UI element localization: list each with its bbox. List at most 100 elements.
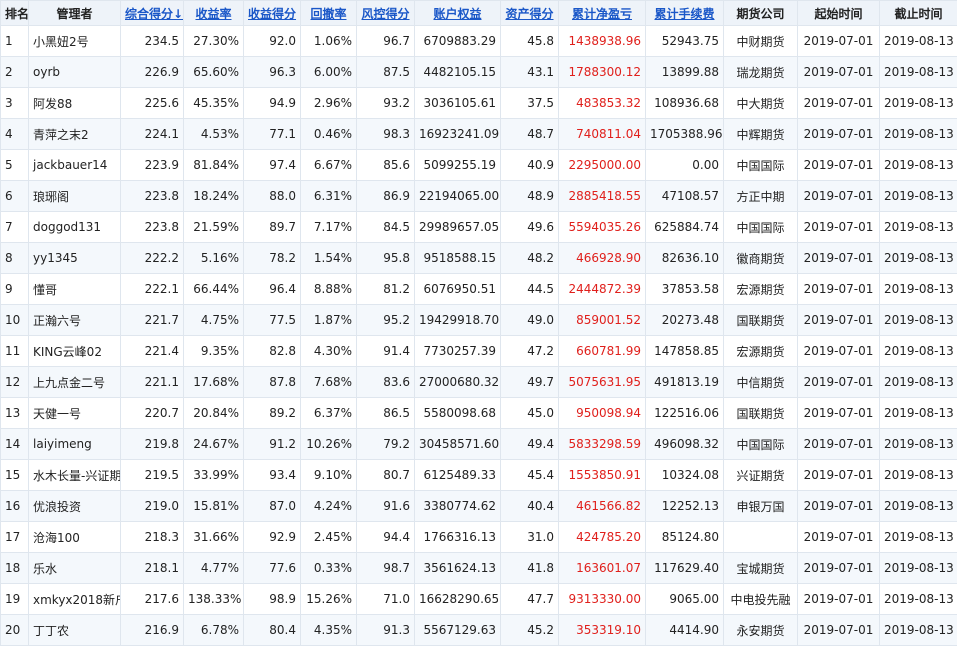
drawdown-cell: 6.37%	[300, 397, 357, 429]
return-score-cell: 92.0	[243, 25, 301, 57]
drawdown-cell: 4.24%	[300, 490, 357, 522]
table-row: 13 天健一号 220.7 20.84% 89.2 6.37% 86.5 5580098.68…	[0, 397, 957, 429]
table-row: 17 沧海100 218.3 31.66% 92.9 2.45% 94.4 1766316.1…	[0, 521, 957, 553]
asset-score-cell: 49.0	[500, 304, 559, 336]
end-date-cell: 2019-08-13	[879, 242, 957, 274]
manager-cell: laiyimeng	[28, 428, 121, 460]
rank-cell: 13	[0, 397, 29, 429]
end-date-cell: 2019-08-13	[879, 180, 957, 212]
col-net-profit[interactable]: 累计净盈亏	[558, 0, 646, 26]
table-row: 18 乐水 218.1 4.77% 77.6 0.33% 98.7 3561624.13 41.…	[0, 552, 957, 584]
sort-return-score-link[interactable]: 收益得分	[248, 7, 296, 21]
return-rate-cell: 5.16%	[183, 242, 244, 274]
end-date-cell: 2019-08-13	[879, 118, 957, 150]
equity-cell: 3380774.62	[414, 490, 501, 522]
asset-score-cell: 37.5	[500, 87, 559, 119]
table-row: 11 KING云峰02 221.4 9.35% 82.8 4.30% 91.4 7730257…	[0, 335, 957, 367]
start-date-cell: 2019-07-01	[797, 552, 880, 584]
table-row: 5 jackbauer14 223.9 81.84% 97.4 6.67% 85.6 5099…	[0, 149, 957, 181]
return-score-cell: 82.8	[243, 335, 301, 367]
start-date-cell: 2019-07-01	[797, 118, 880, 150]
start-date-cell: 2019-07-01	[797, 490, 880, 522]
manager-cell: 天健一号	[28, 397, 121, 429]
return-rate-cell: 20.84%	[183, 397, 244, 429]
rank-cell: 10	[0, 304, 29, 336]
equity-cell: 4482105.15	[414, 56, 501, 88]
start-date-cell: 2019-07-01	[797, 583, 880, 615]
drawdown-cell: 6.00%	[300, 56, 357, 88]
end-date-cell: 2019-08-13	[879, 583, 957, 615]
risk-score-cell: 93.2	[356, 87, 415, 119]
broker-cell: 申银万国	[723, 490, 798, 522]
asset-score-cell: 31.0	[500, 521, 559, 553]
sort-asset-score-link[interactable]: 资产得分	[505, 7, 553, 21]
sort-equity-link[interactable]: 账户权益	[433, 7, 481, 21]
risk-score-cell: 79.2	[356, 428, 415, 460]
net-profit-cell: 740811.04	[558, 118, 646, 150]
drawdown-cell: 4.35%	[300, 614, 357, 646]
sort-drawdown-link[interactable]: 回撤率	[310, 7, 346, 21]
sort-net-profit-link[interactable]: 累计净盈亏	[572, 7, 632, 21]
score-cell: 221.4	[120, 335, 184, 367]
drawdown-cell: 1.06%	[300, 25, 357, 57]
manager-cell: 阿发88	[28, 87, 121, 119]
table-row: 9 懂哥 222.1 66.44% 96.4 8.88% 81.2 6076950.51 44.…	[0, 273, 957, 305]
sort-return-rate-link[interactable]: 收益率	[195, 7, 231, 21]
start-date-cell: 2019-07-01	[797, 87, 880, 119]
rank-cell: 12	[0, 366, 29, 398]
manager-cell: 沧海100	[28, 521, 121, 553]
equity-cell: 29989657.05	[414, 211, 501, 243]
col-drawdown[interactable]: 回撤率	[300, 0, 357, 26]
asset-score-cell: 47.7	[500, 583, 559, 615]
fees-cell: 9065.00	[645, 583, 724, 615]
ranking-table: 排名 管理者 综合得分↓ 收益率 收益得分 回撤率 风控得分 账户权益 资产得分…	[0, 0, 957, 646]
broker-cell	[723, 521, 798, 553]
broker-cell: 宏源期货	[723, 335, 798, 367]
col-score[interactable]: 综合得分↓	[120, 0, 184, 26]
sort-score-link[interactable]: 综合得分↓	[125, 7, 183, 21]
net-profit-cell: 1553850.91	[558, 459, 646, 491]
asset-score-cell: 43.1	[500, 56, 559, 88]
risk-score-cell: 96.7	[356, 25, 415, 57]
drawdown-cell: 9.10%	[300, 459, 357, 491]
asset-score-cell: 44.5	[500, 273, 559, 305]
table-row: 4 青萍之末2 224.1 4.53% 77.1 0.46% 98.3 16923241.09…	[0, 118, 957, 150]
manager-cell: 水木长量-兴证期	[28, 459, 121, 491]
fees-cell: 20273.48	[645, 304, 724, 336]
fees-cell: 108936.68	[645, 87, 724, 119]
col-return-score[interactable]: 收益得分	[243, 0, 301, 26]
asset-score-cell: 45.0	[500, 397, 559, 429]
end-date-cell: 2019-08-13	[879, 273, 957, 305]
rank-cell: 16	[0, 490, 29, 522]
risk-score-cell: 95.2	[356, 304, 415, 336]
rank-cell: 5	[0, 149, 29, 181]
manager-cell: KING云峰02	[28, 335, 121, 367]
manager-cell: 乐水	[28, 552, 121, 584]
score-cell: 222.1	[120, 273, 184, 305]
net-profit-cell: 466928.90	[558, 242, 646, 274]
risk-score-cell: 87.5	[356, 56, 415, 88]
start-date-cell: 2019-07-01	[797, 304, 880, 336]
start-date-cell: 2019-07-01	[797, 459, 880, 491]
col-rank: 排名	[0, 0, 29, 26]
col-asset-score[interactable]: 资产得分	[500, 0, 559, 26]
end-date-cell: 2019-08-13	[879, 397, 957, 429]
return-score-cell: 96.3	[243, 56, 301, 88]
col-fees[interactable]: 累计手续费	[645, 0, 724, 26]
col-equity[interactable]: 账户权益	[414, 0, 501, 26]
start-date-cell: 2019-07-01	[797, 397, 880, 429]
drawdown-cell: 7.68%	[300, 366, 357, 398]
return-rate-cell: 9.35%	[183, 335, 244, 367]
net-profit-cell: 424785.20	[558, 521, 646, 553]
return-score-cell: 92.9	[243, 521, 301, 553]
col-return-rate[interactable]: 收益率	[183, 0, 244, 26]
equity-cell: 5580098.68	[414, 397, 501, 429]
col-risk-score[interactable]: 风控得分	[356, 0, 415, 26]
sort-risk-score-link[interactable]: 风控得分	[361, 7, 409, 21]
fees-cell: 52943.75	[645, 25, 724, 57]
net-profit-cell: 483853.32	[558, 87, 646, 119]
sort-fees-link[interactable]: 累计手续费	[654, 7, 714, 21]
return-score-cell: 91.2	[243, 428, 301, 460]
net-profit-cell: 660781.99	[558, 335, 646, 367]
fees-cell: 37853.58	[645, 273, 724, 305]
